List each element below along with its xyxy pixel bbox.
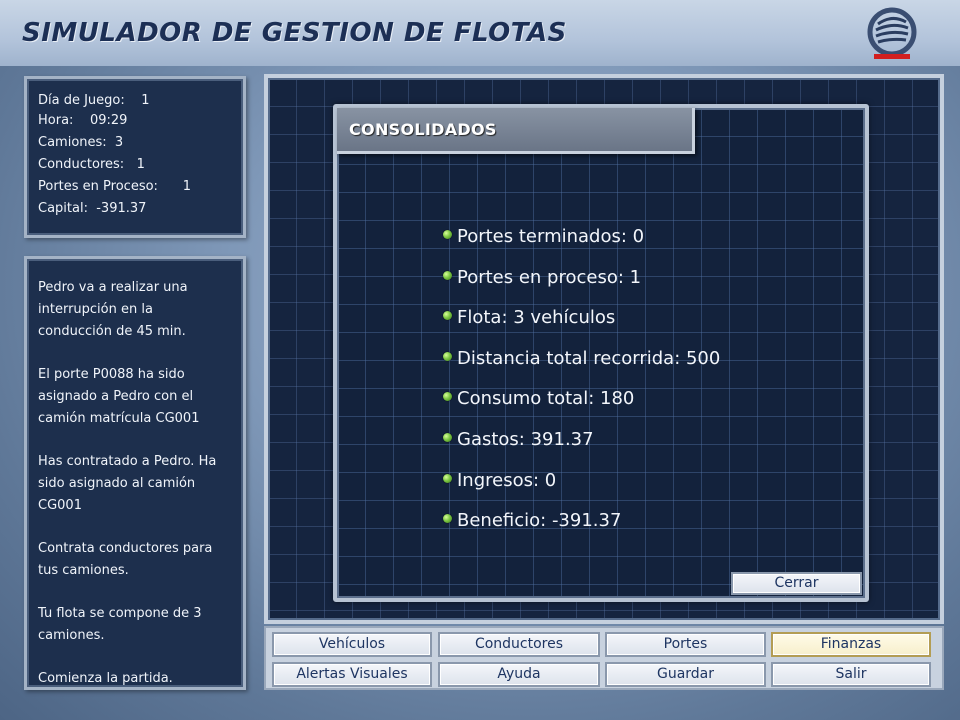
message: Comienza la partida. bbox=[38, 671, 173, 686]
green-bullet-icon bbox=[443, 514, 452, 524]
green-bullet-icon bbox=[443, 473, 452, 483]
stat-capital: Capital: -391.37 bbox=[38, 201, 147, 216]
summary-text: Flota: 3 vehículos bbox=[457, 307, 616, 329]
nav-help-button[interactable]: Ayuda bbox=[438, 662, 600, 687]
messages-panel[interactable]: Pedro va a realizar una interrupción en … bbox=[24, 256, 246, 690]
green-bullet-icon bbox=[443, 432, 452, 442]
message: El porte P0088 ha sido asignado a Pedro … bbox=[38, 367, 200, 426]
stat-time: Hora: 09:29 bbox=[38, 113, 128, 128]
stat-game-day: Día de Juego: 1 bbox=[38, 93, 150, 108]
summary-text: Portes terminados: 0 bbox=[457, 226, 645, 247]
dialog-title: CONSOLIDADOS bbox=[349, 120, 497, 139]
green-bullet-icon bbox=[443, 311, 452, 321]
stats-panel: Día de Juego: 1 Hora: 09:29 Camiones: 3 … bbox=[24, 76, 246, 238]
nav-visual-alerts-button[interactable]: Alertas Visuales bbox=[272, 662, 432, 687]
summary-item-expenses: Gastos: 391.37 bbox=[441, 429, 720, 470]
summary-text: Consumo total: 180 bbox=[457, 388, 635, 410]
summary-item-profit: Beneficio: -391.37 bbox=[441, 510, 720, 551]
summary-text: Portes en proceso: 1 bbox=[457, 266, 642, 288]
company-logo-icon bbox=[867, 7, 917, 59]
summary-item-income: Ingresos: 0 bbox=[441, 470, 720, 511]
green-bullet-icon bbox=[443, 270, 452, 280]
stat-trucks: Camiones: 3 bbox=[38, 135, 124, 150]
message: Has contratado a Pedro. Ha sido asignado… bbox=[38, 454, 217, 513]
message: Tu flota se compone de 3 camiones. bbox=[38, 606, 202, 643]
summary-text: Distancia total recorrida: 500 bbox=[457, 347, 721, 369]
stat-drivers: Conductores: 1 bbox=[38, 157, 145, 172]
green-bullet-icon bbox=[443, 351, 452, 361]
summary-item-fleet: Flota: 3 vehículos bbox=[441, 307, 720, 348]
message: Pedro va a realizar una interrupción en … bbox=[38, 280, 188, 339]
summary-item-jobs-in-progress: Portes en proceso: 1 bbox=[441, 267, 720, 308]
green-bullet-icon bbox=[443, 392, 452, 402]
app-title: SIMULADOR DE GESTION DE FLOTAS bbox=[22, 18, 567, 48]
summary-item-jobs-finished: Portes terminados: 0 bbox=[441, 226, 720, 267]
nav-save-button[interactable]: Guardar bbox=[605, 662, 766, 687]
close-button[interactable]: Cerrar bbox=[731, 572, 862, 595]
nav-vehicles-button[interactable]: Vehículos bbox=[272, 632, 432, 657]
nav-drivers-button[interactable]: Conductores bbox=[438, 632, 600, 657]
summary-item-consumption: Consumo total: 180 bbox=[441, 388, 720, 429]
nav-jobs-button[interactable]: Portes bbox=[605, 632, 766, 657]
summary-list: Portes terminados: 0 Portes en proceso: … bbox=[441, 226, 720, 551]
nav-exit-button[interactable]: Salir bbox=[771, 662, 931, 687]
stat-jobs-in-progress: Portes en Proceso: 1 bbox=[38, 179, 191, 194]
summary-text: Gastos: 391.37 bbox=[457, 428, 594, 450]
nav-finances-button[interactable]: Finanzas bbox=[771, 632, 931, 657]
message: Contrata conductores para tus camiones. bbox=[38, 541, 213, 578]
summary-item-distance: Distancia total recorrida: 500 bbox=[441, 348, 720, 389]
summary-text: Ingresos: 0 bbox=[457, 469, 557, 491]
green-bullet-icon bbox=[443, 230, 452, 239]
summary-text: Beneficio: -391.37 bbox=[457, 510, 622, 532]
